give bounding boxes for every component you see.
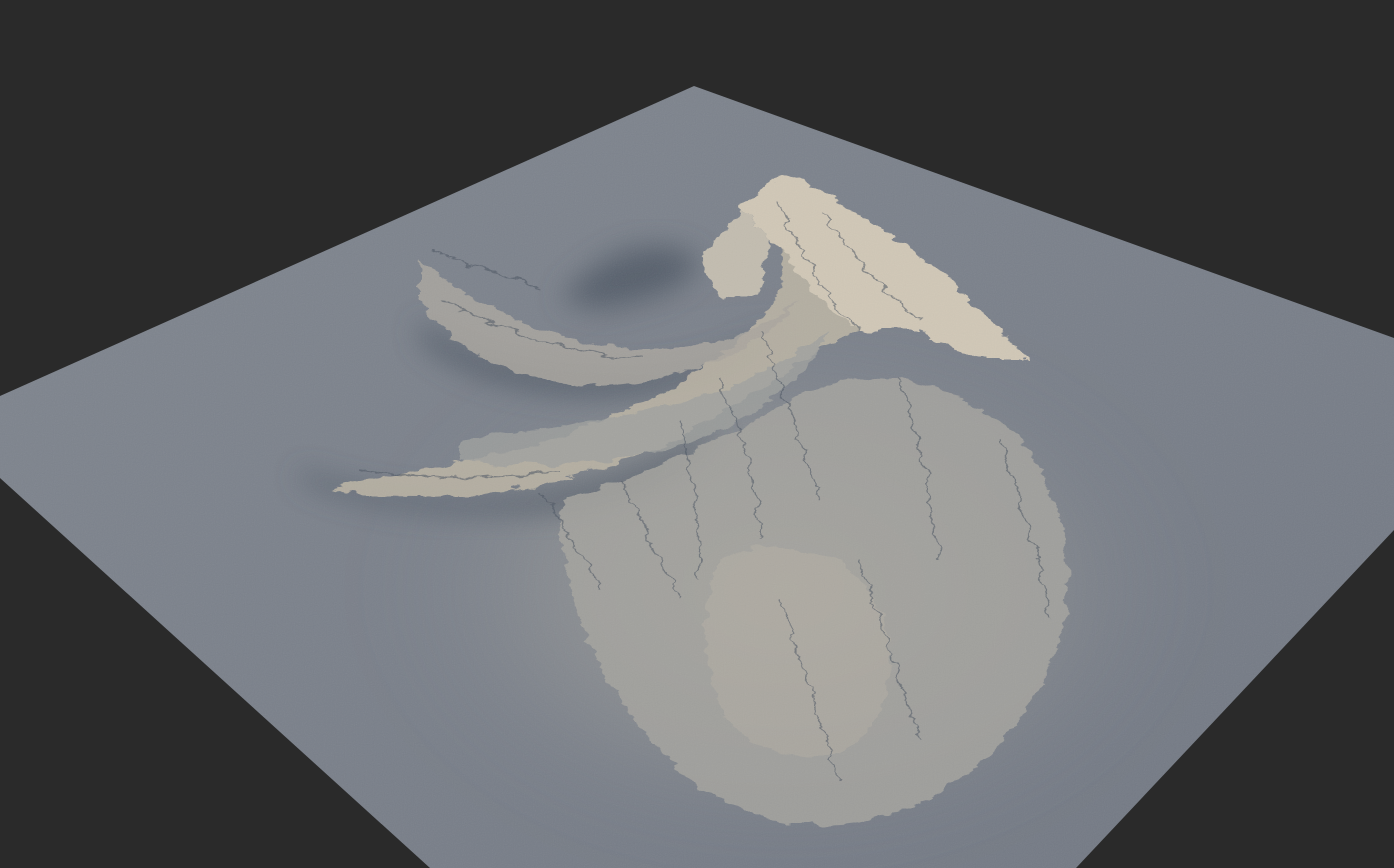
terrain-render[interactable]	[0, 0, 1394, 868]
3d-viewport[interactable]	[0, 0, 1394, 868]
surface-grain	[0, 86, 1394, 868]
